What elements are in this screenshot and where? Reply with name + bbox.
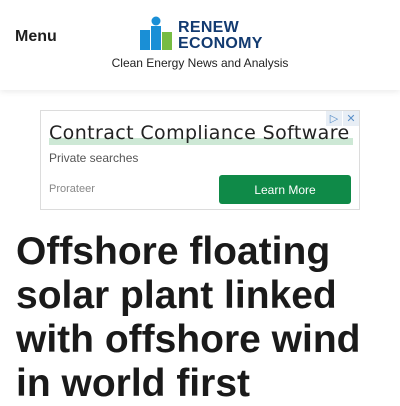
logo-line-renew: RENEW <box>178 19 240 36</box>
ad-subtitle: Private searches <box>49 151 139 165</box>
learn-more-button[interactable]: Learn More <box>219 175 351 204</box>
ad-title[interactable]: Contract Compliance Software <box>49 122 350 144</box>
site-tagline: Clean Energy News and Analysis <box>111 56 289 70</box>
logo-line-economy: ECONOMY <box>178 35 263 52</box>
site-header: Menu RENEW ECONOMY Clean Energy News and… <box>0 0 400 90</box>
ad-brand: Prorateer <box>49 183 95 195</box>
article-headline: Offshore floating solar plant linked wit… <box>16 230 361 405</box>
site-logo[interactable]: RENEW ECONOMY <box>140 16 270 52</box>
advertisement[interactable]: ▷ ✕ Contract Compliance Software Private… <box>40 110 360 210</box>
logo-wordmark: RENEW ECONOMY <box>178 20 263 52</box>
renew-economy-logo-icon <box>140 16 172 50</box>
menu-button[interactable]: Menu <box>15 28 57 46</box>
